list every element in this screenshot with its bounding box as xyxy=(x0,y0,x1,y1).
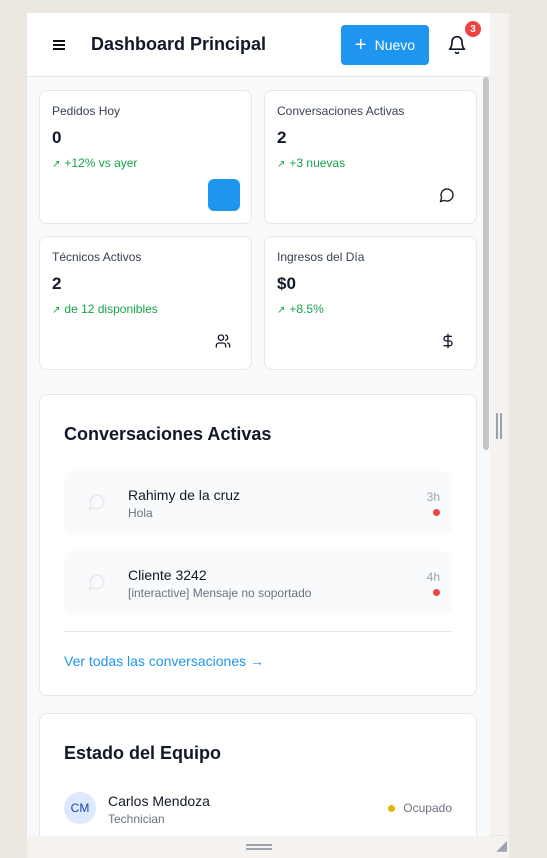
corner-resize-grip-icon[interactable]: ◢ xyxy=(496,837,507,854)
stat-trend-text: +3 nuevas xyxy=(289,156,346,170)
app-frame: ◢ Dashboard Principal + Nuevo 3 Pedidos … xyxy=(0,0,547,858)
message-circle-icon xyxy=(88,574,105,591)
view-all-conversations-link[interactable]: Ver todas las conversaciones → xyxy=(64,653,264,669)
section-title: Conversaciones Activas xyxy=(64,424,272,444)
stat-card-technicians: Técnicos Activos 2 ↗ de 12 disponibles xyxy=(39,236,252,370)
dashboard-viewport: Dashboard Principal + Nuevo 3 Pedidos Ho… xyxy=(27,13,490,836)
team-member-name: Carlos Mendoza xyxy=(108,793,210,809)
conversation-time: 4h xyxy=(426,570,440,584)
stat-card-orders: Pedidos Hoy 0 ↗ +12% vs ayer xyxy=(39,90,252,224)
conversation-preview: [interactive] Mensaje no soportado xyxy=(128,586,312,600)
stat-trend: ↗ de 12 disponibles xyxy=(52,302,158,316)
message-circle-icon xyxy=(439,188,454,203)
notification-badge: 3 xyxy=(465,21,481,37)
vertical-resize-handle[interactable] xyxy=(496,413,502,439)
active-conversations-card: Conversaciones Activas Rahimy de la cruz… xyxy=(39,394,477,696)
unread-dot xyxy=(433,589,440,596)
avatar: CM xyxy=(64,792,96,824)
conversation-time: 3h xyxy=(426,490,440,504)
stat-value: $0 xyxy=(277,274,296,293)
status-text: Ocupado xyxy=(403,801,452,815)
top-header: Dashboard Principal + Nuevo 3 xyxy=(27,13,490,77)
trending-up-icon: ↗ xyxy=(277,305,286,316)
conversation-item[interactable]: Rahimy de la cruz Hola 3h xyxy=(64,471,452,535)
blue-square-icon xyxy=(208,179,240,211)
scrollbar-thumb[interactable] xyxy=(483,77,489,450)
team-member-role: Technician xyxy=(108,812,165,826)
stat-label: Técnicos Activos xyxy=(52,250,142,264)
trending-up-icon: ↗ xyxy=(52,159,61,170)
conversation-preview: Hola xyxy=(128,506,153,520)
bell-icon[interactable] xyxy=(447,35,467,55)
stat-trend: ↗ +12% vs ayer xyxy=(52,156,137,170)
trending-up-icon: ↗ xyxy=(52,305,61,316)
new-button-label: Nuevo xyxy=(374,37,416,53)
stat-value: 0 xyxy=(52,128,62,147)
stat-label: Pedidos Hoy xyxy=(52,104,121,118)
unread-dot xyxy=(433,509,440,516)
stat-trend-text: +12% vs ayer xyxy=(64,156,138,170)
message-circle-icon xyxy=(88,494,105,511)
team-status-card: Estado del Equipo CM Carlos Mendoza Tech… xyxy=(39,713,477,836)
divider xyxy=(64,631,452,632)
stat-label: Ingresos del Día xyxy=(277,250,365,264)
page-title: Dashboard Principal xyxy=(91,34,267,54)
stat-trend: ↗ +3 nuevas xyxy=(277,156,345,170)
stat-card-conversations: Conversaciones Activas 2 ↗ +3 nuevas xyxy=(264,90,477,224)
conversation-name: Rahimy de la cruz xyxy=(128,487,241,503)
section-title: Estado del Equipo xyxy=(64,743,222,763)
stat-label: Conversaciones Activas xyxy=(277,104,405,118)
users-icon xyxy=(215,334,231,348)
stat-trend-text: +8.5% xyxy=(289,302,324,316)
stat-trend-text: de 12 disponibles xyxy=(64,302,158,316)
hamburger-menu-icon[interactable] xyxy=(53,40,65,50)
new-button[interactable]: + Nuevo xyxy=(341,25,429,65)
dollar-icon xyxy=(443,333,453,349)
status-badge: Ocupado xyxy=(388,801,452,815)
conversation-item[interactable]: Cliente 3242 [interactive] Mensaje no so… xyxy=(64,551,452,615)
horizontal-resize-handle[interactable] xyxy=(246,844,272,850)
stat-trend: ↗ +8.5% xyxy=(277,302,324,316)
conversation-name: Cliente 3242 xyxy=(128,567,207,583)
plus-icon: + xyxy=(354,34,367,56)
status-dot xyxy=(388,804,396,812)
stat-value: 2 xyxy=(52,274,62,293)
stat-card-revenue: Ingresos del Día $0 ↗ +8.5% xyxy=(264,236,477,370)
stat-value: 2 xyxy=(277,128,287,147)
trending-up-icon: ↗ xyxy=(277,159,286,170)
